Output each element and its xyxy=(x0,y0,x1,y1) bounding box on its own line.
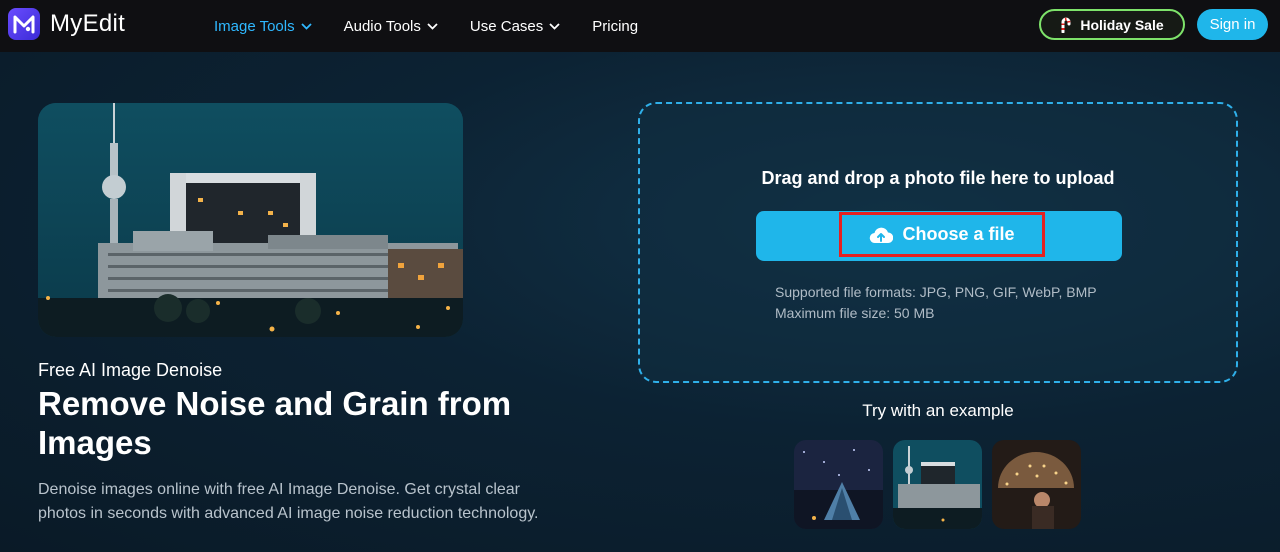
example-thumb-city-tower-night[interactable] xyxy=(893,440,982,529)
nav-pricing-label: Pricing xyxy=(592,17,639,35)
try-example-label: Try with an example xyxy=(862,401,1014,420)
supported-formats-text: Supported file formats: JPG, PNG, GIF, W… xyxy=(775,284,1097,300)
nav-use-cases-label: Use Cases xyxy=(469,17,544,35)
nav-audio-tools[interactable]: Audio Tools xyxy=(344,18,438,35)
candy-cane-icon xyxy=(1060,17,1072,33)
choose-file-button[interactable]: Choose a file xyxy=(756,211,1122,261)
example-thumbnails xyxy=(794,440,1091,529)
nav-image-tools-label: Image Tools xyxy=(214,17,295,35)
logo[interactable]: MyEdit xyxy=(8,8,125,40)
upload-heading: Drag and drop a photo file here to uploa… xyxy=(761,168,1115,188)
example-thumb-night-sky-tent[interactable] xyxy=(794,440,883,529)
main-nav: Image Tools Audio Tools Use Cases Pricin… xyxy=(214,0,670,52)
myedit-logo-icon xyxy=(8,8,40,40)
nav-audio-tools-label: Audio Tools xyxy=(343,17,421,35)
nav-pricing[interactable]: Pricing xyxy=(592,18,638,35)
hero-subtitle: Free AI Image Denoise xyxy=(38,360,223,380)
choose-file-highlight[interactable]: Choose a file xyxy=(839,212,1045,257)
hero-city-night-image xyxy=(38,103,463,337)
upload-requirements: Supported file formats: JPG, PNG, GIF, W… xyxy=(775,282,1097,324)
nav-image-tools[interactable]: Image Tools xyxy=(214,18,312,35)
max-file-size-text: Maximum file size: 50 MB xyxy=(775,305,935,321)
holiday-sale-button[interactable]: Holiday Sale xyxy=(1039,9,1185,40)
top-navigation-bar: MyEdit Image Tools Audio Tools Use Cases… xyxy=(0,0,1280,52)
sign-in-button[interactable]: Sign in xyxy=(1197,9,1268,40)
nav-use-cases[interactable]: Use Cases xyxy=(470,18,560,35)
chevron-down-icon xyxy=(300,22,312,30)
upload-dropzone[interactable]: Drag and drop a photo file here to uploa… xyxy=(638,102,1238,383)
choose-file-label: Choose a file xyxy=(902,224,1015,244)
example-thumb-umbrella-lights[interactable] xyxy=(992,440,1081,529)
cloud-upload-icon xyxy=(869,226,894,244)
hero-description: Denoise images online with free AI Image… xyxy=(38,481,539,522)
chevron-down-icon xyxy=(549,22,560,30)
page-title: Remove Noise and Grain from Images xyxy=(38,385,512,461)
brand-name: MyEdit xyxy=(50,10,126,37)
holiday-sale-label: Holiday Sale xyxy=(1080,16,1164,33)
chevron-down-icon xyxy=(427,22,438,30)
